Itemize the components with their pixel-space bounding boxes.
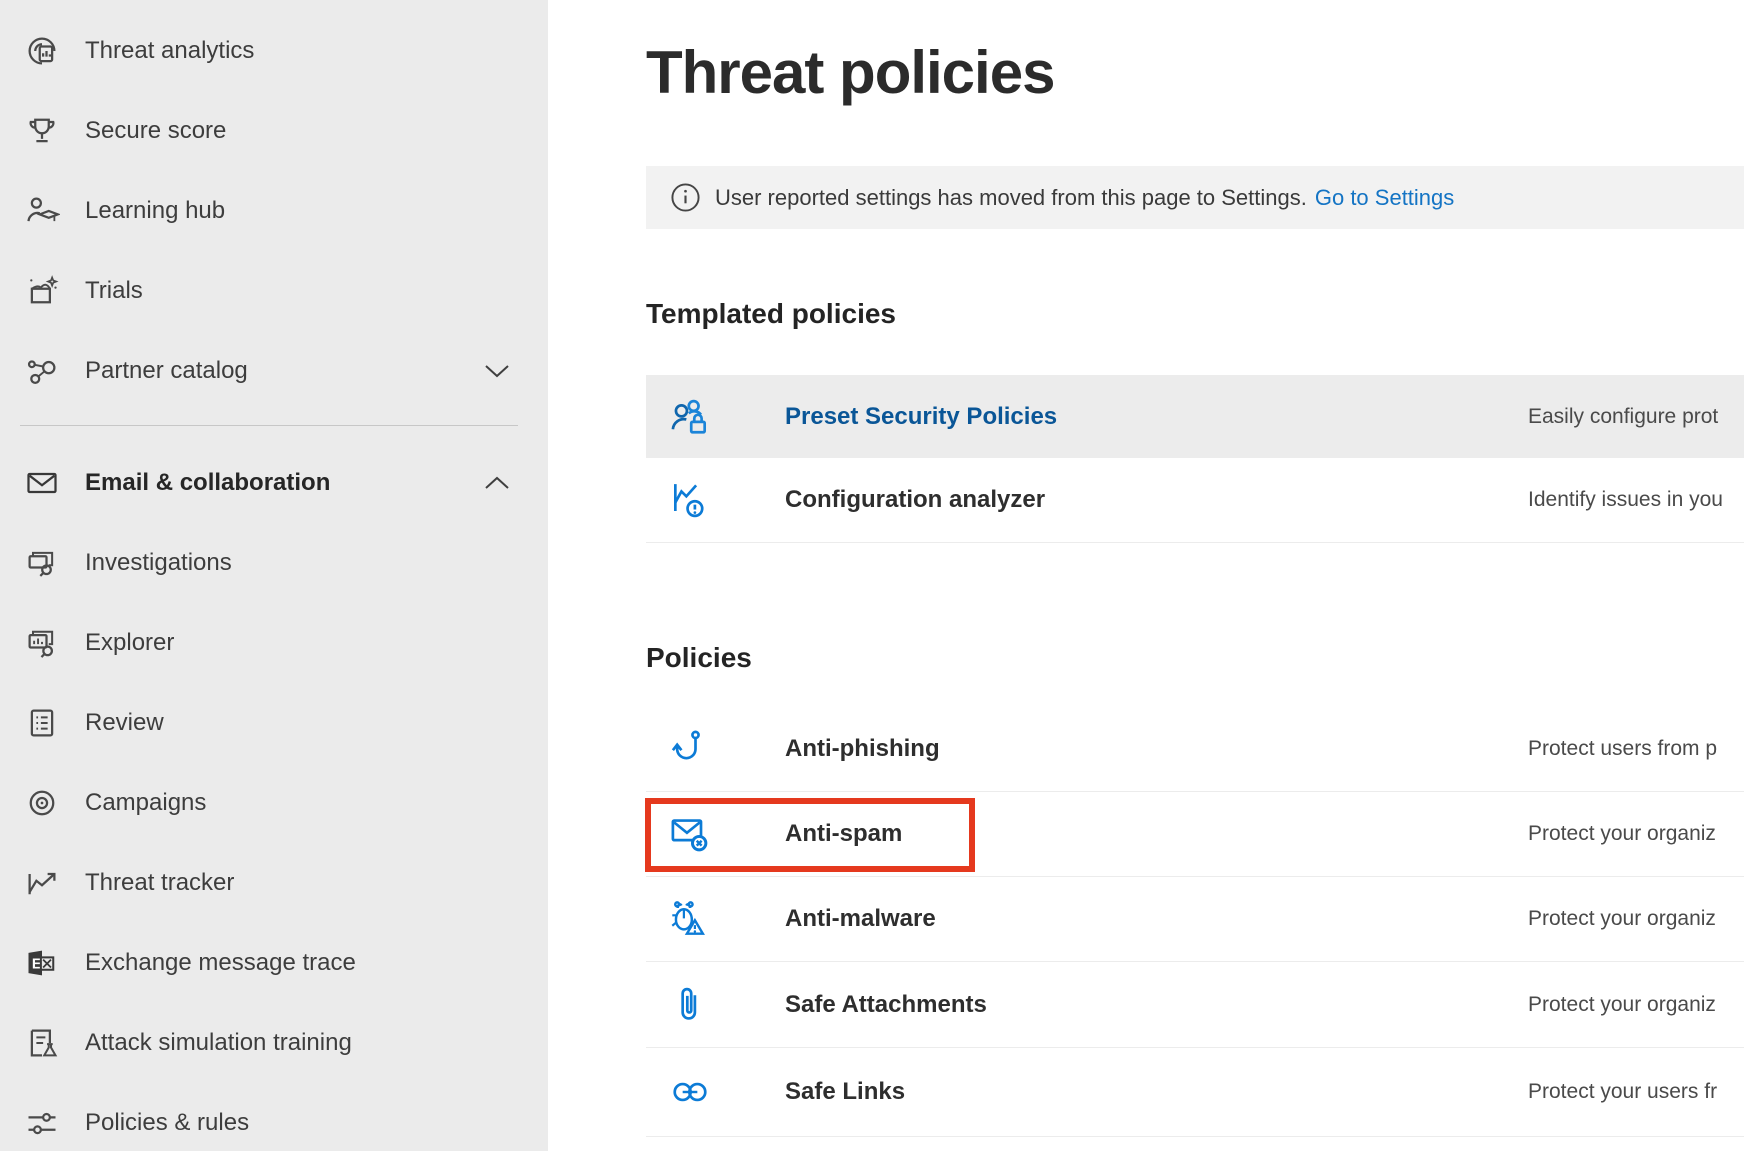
screen: Threat analytics Secure score (0, 0, 1744, 1151)
sidebar-item-email-collaboration[interactable]: Email & collaboration (0, 443, 548, 523)
sidebar-item-label: Investigations (85, 549, 232, 577)
anti-phishing-icon (668, 727, 712, 771)
sidebar-item-label: Exchange message trace (85, 949, 356, 977)
secure-score-icon (24, 113, 60, 149)
sidebar-item-label: Threat tracker (85, 869, 234, 897)
row-description: Protect your organiz (1528, 907, 1716, 931)
sidebar-item-label: Partner catalog (85, 357, 248, 385)
sidebar-item-trials[interactable]: Trials (0, 251, 548, 331)
campaigns-icon (24, 785, 60, 821)
main-content: Threat policies User reported settings h… (548, 0, 1744, 1151)
review-icon (24, 705, 60, 741)
sidebar-item-policies-rules[interactable]: Policies & rules (0, 1083, 548, 1151)
sidebar-item-label: Policies & rules (85, 1109, 249, 1137)
sidebar-item-label: Secure score (85, 117, 226, 145)
row-label: Preset Security Policies (785, 403, 1057, 431)
sidebar-item-learning-hub[interactable]: Learning hub (0, 171, 548, 251)
row-label: Safe Attachments (785, 991, 987, 1019)
safe-attachments-icon (668, 983, 712, 1027)
sidebar-item-label: Email & collaboration (85, 469, 330, 497)
chevron-down-icon[interactable] (482, 360, 512, 382)
sidebar-item-threat-tracker[interactable]: Threat tracker (0, 843, 548, 923)
row-description: Protect your organiz (1528, 993, 1716, 1017)
attack-simulation-training-icon (24, 1025, 60, 1061)
info-banner: User reported settings has moved from th… (646, 166, 1744, 229)
sidebar-item-label: Attack simulation training (85, 1029, 352, 1057)
info-icon (670, 182, 701, 213)
row-label: Anti-malware (785, 905, 936, 933)
sidebar-item-threat-analytics[interactable]: Threat analytics (0, 11, 548, 91)
row-safe-attachments[interactable]: Safe Attachments Protect your organiz (646, 962, 1744, 1048)
row-description: Protect users from p (1528, 737, 1717, 761)
row-safe-links[interactable]: Safe Links Protect your users fr (646, 1048, 1744, 1137)
banner-text: User reported settings has moved from th… (715, 185, 1307, 211)
exchange-message-trace-icon: E (24, 945, 60, 981)
row-anti-malware[interactable]: Anti-malware Protect your organiz (646, 877, 1744, 962)
section-heading-templated-policies: Templated policies (646, 298, 896, 330)
sidebar: Threat analytics Secure score (0, 0, 548, 1151)
sidebar-item-partner-catalog[interactable]: Partner catalog (0, 331, 548, 411)
section-heading-policies: Policies (646, 642, 752, 674)
page-title: Threat policies (646, 38, 1054, 107)
sidebar-item-investigations[interactable]: Investigations (0, 523, 548, 603)
sidebar-item-label: Campaigns (85, 789, 206, 817)
sidebar-item-campaigns[interactable]: Campaigns (0, 763, 548, 843)
go-to-settings-link[interactable]: Go to Settings (1315, 185, 1454, 211)
explorer-icon (24, 625, 60, 661)
trials-icon (24, 273, 60, 309)
sidebar-item-label: Trials (85, 277, 143, 305)
row-description: Identify issues in you (1528, 488, 1723, 512)
sidebar-item-exchange-message-trace[interactable]: E Exchange message trace (0, 923, 548, 1003)
row-preset-security-policies[interactable]: Preset Security Policies Easily configur… (646, 375, 1744, 458)
policies-rules-icon (24, 1105, 60, 1141)
preset-security-policies-icon (668, 395, 712, 439)
sidebar-item-explorer[interactable]: Explorer (0, 603, 548, 683)
partner-catalog-icon (24, 353, 60, 389)
chevron-up-icon[interactable] (482, 472, 512, 494)
row-description: Protect your organiz (1528, 822, 1716, 846)
row-description: Easily configure prot (1528, 405, 1718, 429)
sidebar-item-label: Explorer (85, 629, 174, 657)
safe-links-icon (668, 1070, 712, 1114)
sidebar-divider (20, 425, 518, 426)
configuration-analyzer-icon (668, 478, 712, 522)
row-label: Anti-phishing (785, 735, 940, 763)
anti-malware-icon (668, 897, 712, 941)
row-anti-spam[interactable]: Anti-spam Protect your organiz (646, 792, 1744, 877)
row-configuration-analyzer[interactable]: Configuration analyzer Identify issues i… (646, 458, 1744, 543)
sidebar-item-label: Review (85, 709, 164, 737)
sidebar-item-review[interactable]: Review (0, 683, 548, 763)
email-collaboration-icon (24, 465, 60, 501)
row-label: Safe Links (785, 1078, 905, 1106)
row-label: Configuration analyzer (785, 486, 1045, 514)
row-description: Protect your users fr (1528, 1080, 1717, 1104)
threat-analytics-icon (24, 33, 60, 69)
row-anti-phishing[interactable]: Anti-phishing Protect users from p (646, 706, 1744, 792)
sidebar-item-attack-simulation-training[interactable]: Attack simulation training (0, 1003, 548, 1083)
sidebar-item-secure-score[interactable]: Secure score (0, 91, 548, 171)
row-label: Anti-spam (785, 820, 902, 848)
learning-hub-icon (24, 193, 60, 229)
sidebar-item-label: Threat analytics (85, 37, 254, 65)
sidebar-item-label: Learning hub (85, 197, 225, 225)
anti-spam-icon (668, 812, 712, 856)
threat-tracker-icon (24, 865, 60, 901)
investigations-icon (24, 545, 60, 581)
